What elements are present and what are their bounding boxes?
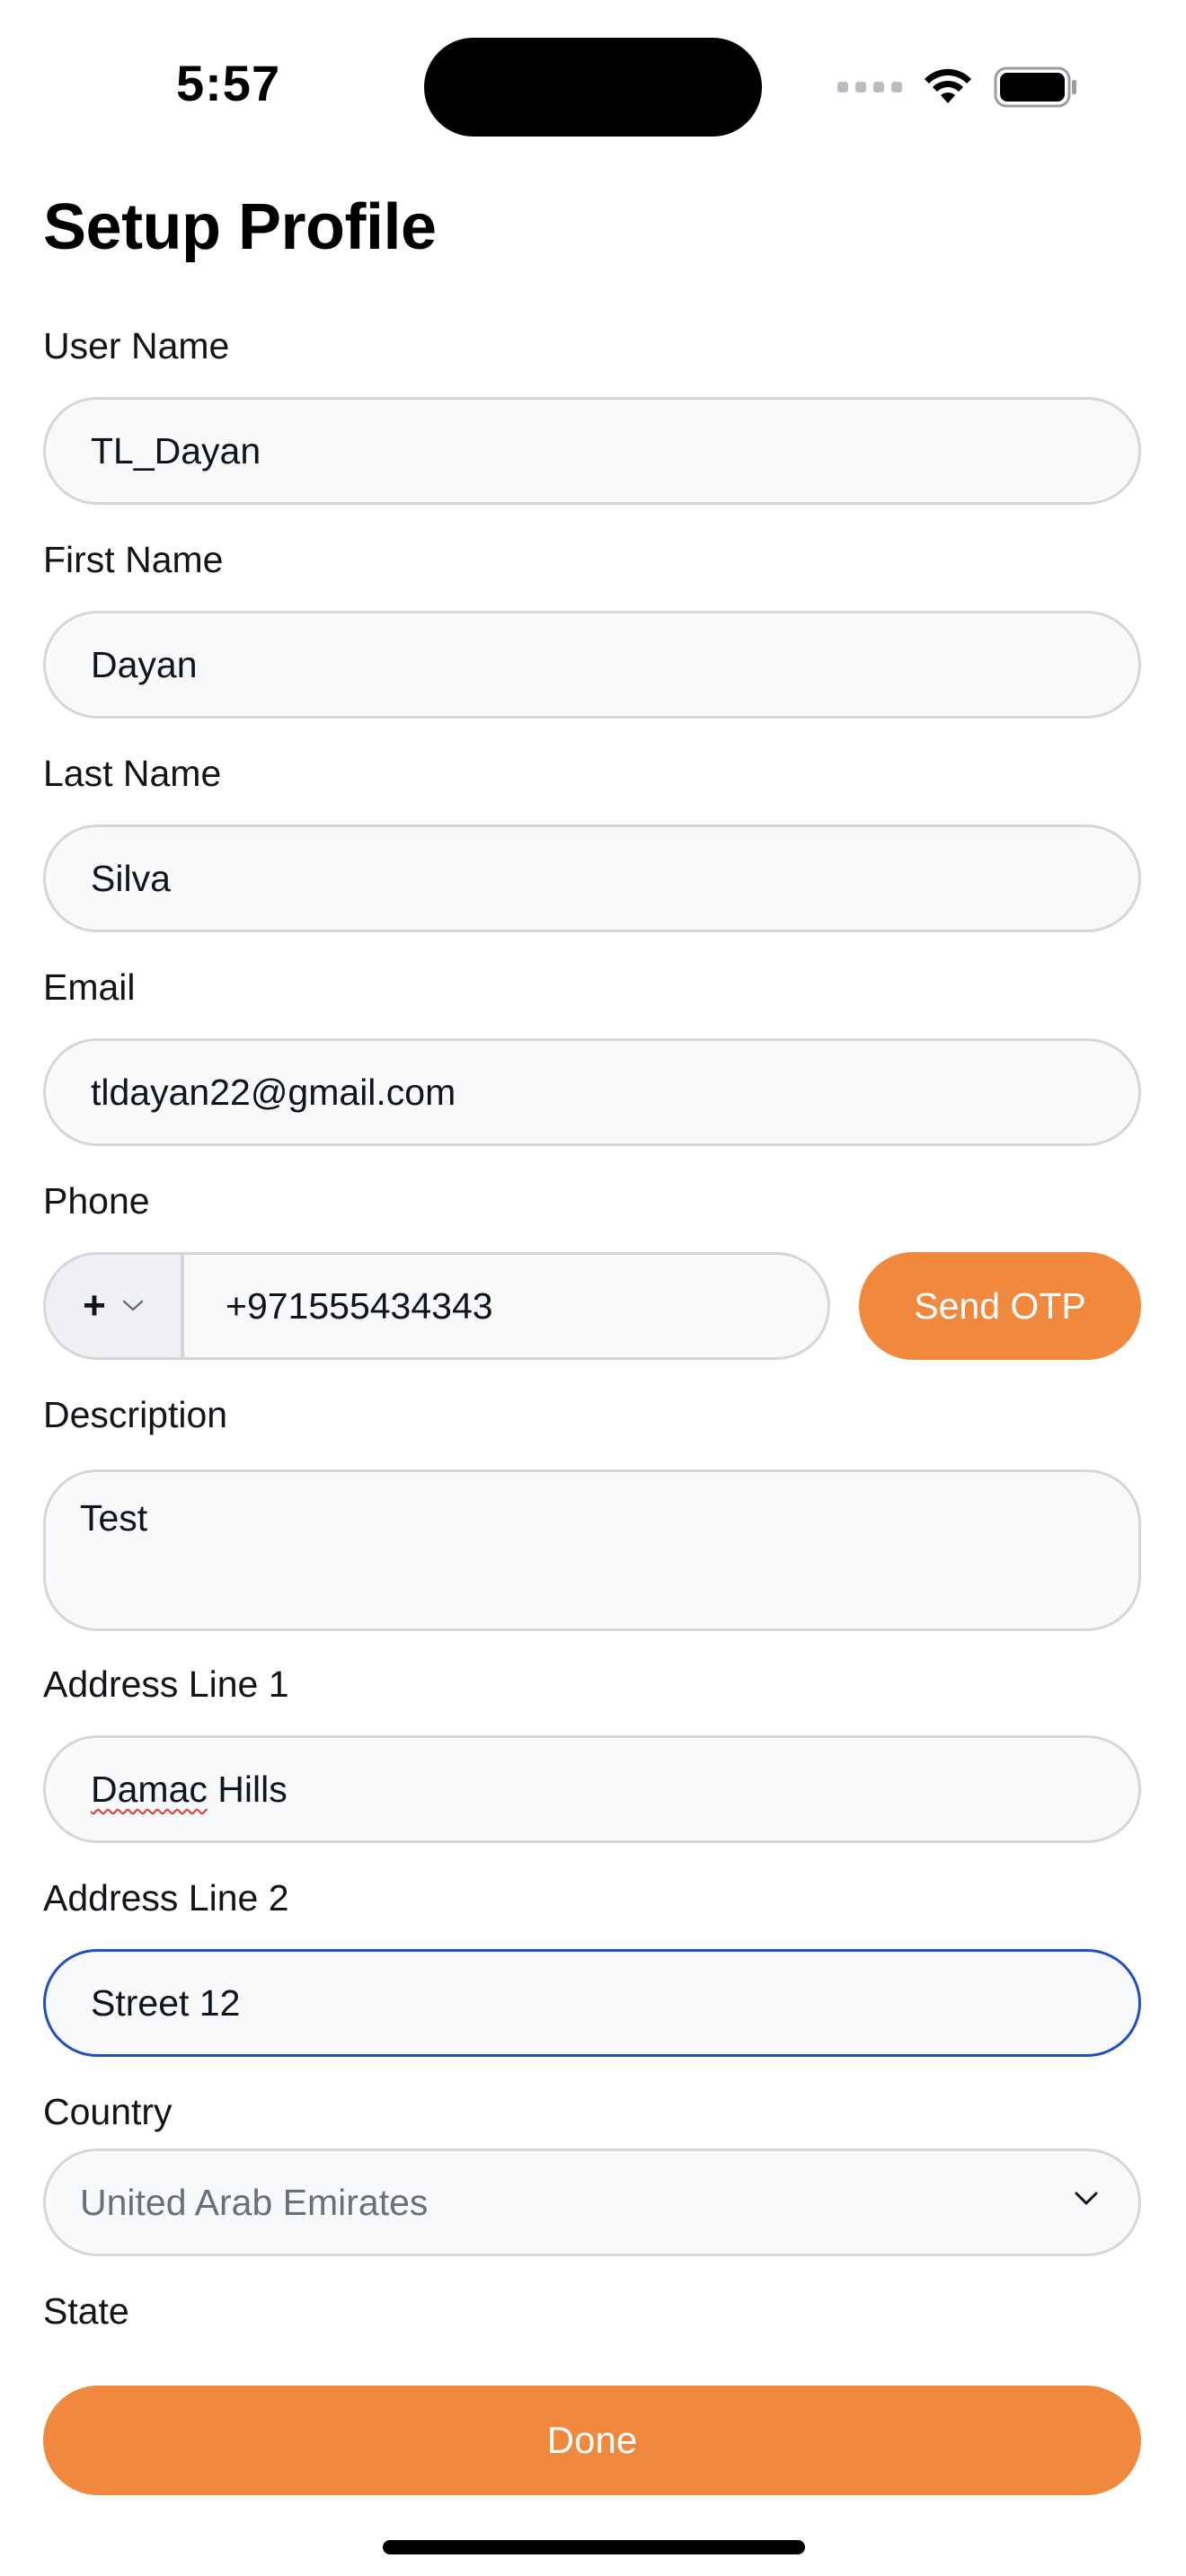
country-label: Country [43,2091,173,2132]
home-indicator [383,2540,805,2554]
country-code-value: + [83,1284,106,1328]
setup-profile-screen: 5:57 Setup Profile User Name TL_Dayan Fi… [0,0,1186,2576]
battery-icon [994,66,1076,108]
phone-value: +971555434343 [226,1284,493,1327]
done-button[interactable]: Done [43,2386,1141,2495]
phone-field: + +971555434343 [43,1252,830,1360]
address-line-1-value: Damac Hills [91,1769,288,1811]
address-line-2-label: Address Line 2 [43,1877,289,1919]
first-name-value: Dayan [91,643,198,685]
country-code-picker[interactable]: + [46,1255,184,1357]
wifi-icon [925,68,971,103]
email-label: Email [43,966,136,1008]
country-value: United Arab Emirates [80,2181,429,2223]
description-label: Description [43,1394,228,1435]
chevron-down-icon [1075,2192,1098,2205]
first-name-label: First Name [43,539,224,580]
description-value: Test [80,1497,148,1539]
country-select[interactable]: United Arab Emirates [43,2148,1141,2256]
misspelled-word: Damac [91,1768,208,1810]
phone-label: Phone [43,1180,150,1222]
last-name-input[interactable]: Silva [43,825,1141,932]
status-icons [837,65,1078,110]
user-name-label: User Name [43,325,230,366]
address-line-1-label: Address Line 1 [43,1663,289,1705]
page-title: Setup Profile [43,191,437,263]
chevron-down-icon [122,1300,144,1311]
user-name-value: TL_Dayan [91,429,261,472]
last-name-label: Last Name [43,753,222,794]
email-value: tldayan22@gmail.com [91,1071,456,1113]
send-otp-button[interactable]: Send OTP [859,1252,1141,1360]
dynamic-island [424,38,762,137]
state-label: State [43,2290,129,2332]
status-time: 5:57 [176,55,281,111]
user-name-input[interactable]: TL_Dayan [43,397,1141,505]
address-line-1-input[interactable]: Damac Hills [43,1735,1141,1843]
last-name-value: Silva [91,857,171,899]
address-line-2-value: Street 12 [91,1981,241,2024]
description-textarea[interactable]: Test [43,1469,1141,1631]
phone-input[interactable]: +971555434343 [184,1255,828,1357]
first-name-input[interactable]: Dayan [43,611,1141,719]
address-line-2-input[interactable]: Street 12 [43,1949,1141,2057]
done-label: Done [546,2419,638,2461]
cellular-signal-icon [837,82,902,93]
email-input[interactable]: tldayan22@gmail.com [43,1038,1141,1146]
address-line-1-rest: Hills [207,1768,288,1810]
send-otp-label: Send OTP [914,1284,1086,1327]
